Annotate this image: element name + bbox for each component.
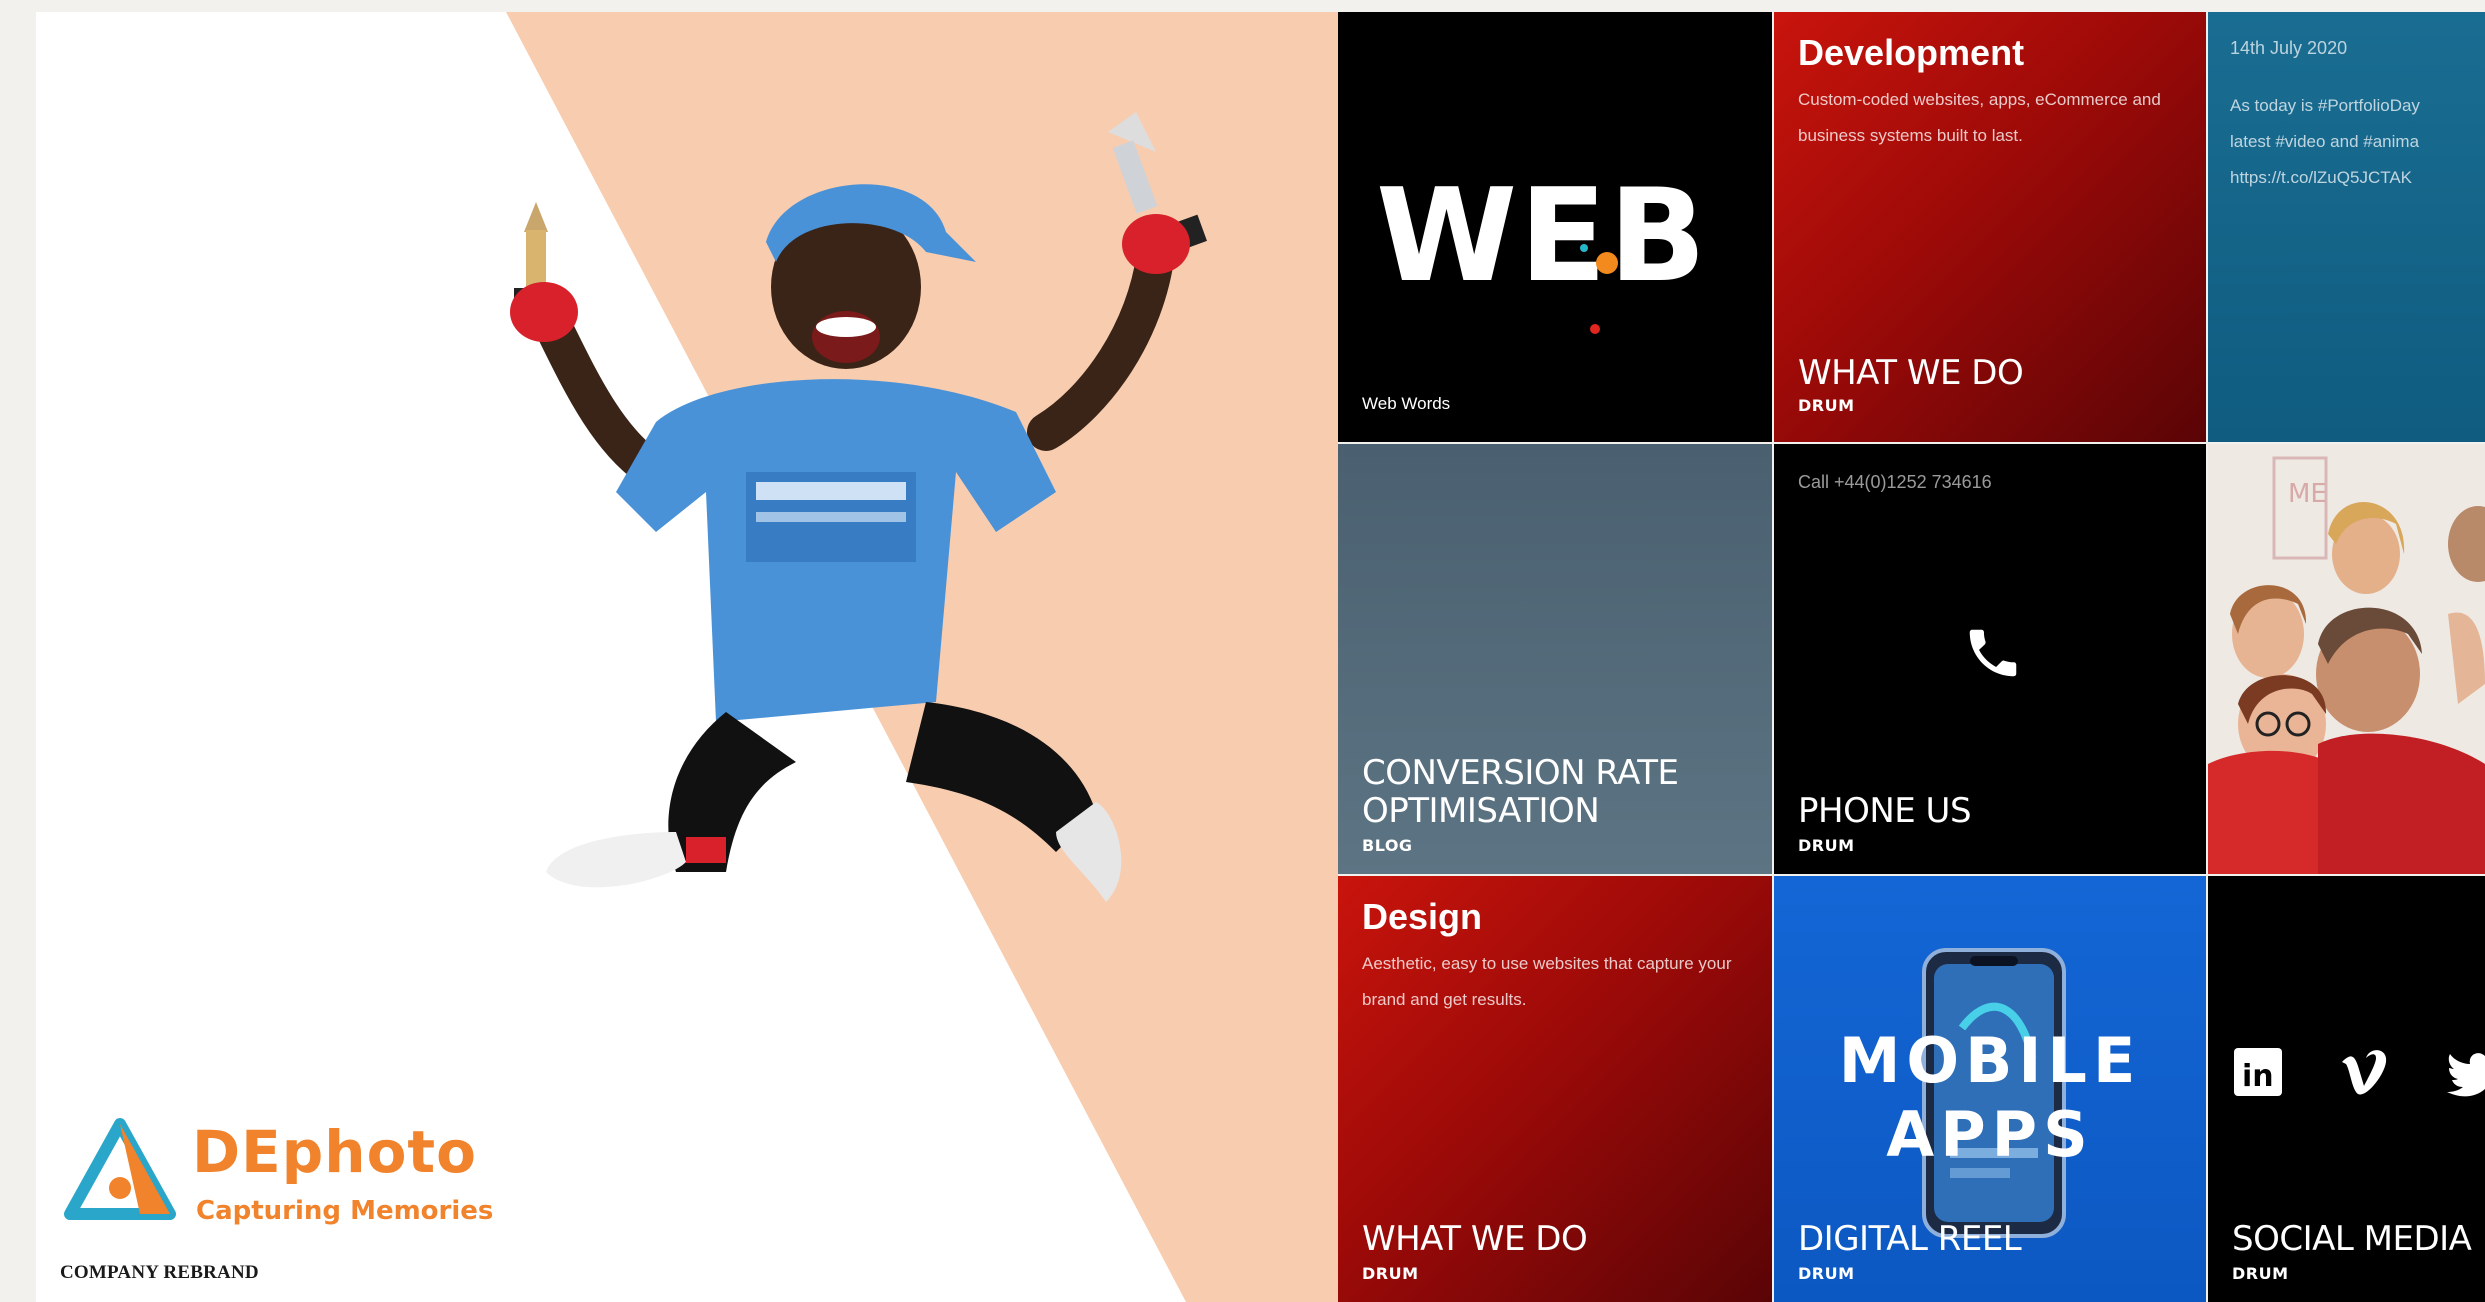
cro-label-line2: OPTIMISATION [1362, 791, 1600, 831]
social-label: SOCIAL MEDIA [2232, 1219, 2472, 1259]
jumping-boy-with-trophies-photo [510, 112, 1207, 902]
tile-team-photo[interactable]: ME [2208, 444, 2485, 874]
linkedin-glyph: in [2242, 1059, 2274, 1094]
phone-number[interactable]: Call +44(0)1252 734616 [1798, 472, 1992, 493]
tile-mobile-apps[interactable]: MOBILE APPS DIGITAL REEL DRUM [1774, 876, 2206, 1302]
web-dot-orange [1596, 252, 1618, 274]
team-photo: ME [2208, 444, 2485, 874]
team-sign-letters: ME [2288, 479, 2327, 509]
design-label: WHAT WE DO [1362, 1219, 1588, 1259]
phone-label: PHONE US [1798, 791, 1972, 831]
web-dot-red [1590, 324, 1600, 334]
twitter-icon[interactable] [2444, 1044, 2485, 1100]
web-logo-text: WEB [1376, 162, 1709, 311]
phone-icon [1969, 629, 2017, 677]
dephoto-logo-icon [64, 1118, 176, 1220]
design-sub: DRUM [1362, 1264, 1419, 1283]
tile-conversion-rate-optimisation[interactable]: CONVERSION RATE OPTIMISATION BLOG [1338, 444, 1772, 874]
mobile-title-line1: MOBILE [1838, 1024, 2142, 1097]
brand-tagline: Capturing Memories [196, 1196, 494, 1226]
dephoto-brand[interactable]: DEphoto Capturing Memories [58, 1110, 538, 1250]
design-desc: Aesthetic, easy to use websites that cap… [1362, 954, 1732, 1009]
mobile-label: DIGITAL REEL [1798, 1219, 2022, 1259]
vimeo-icon[interactable] [2336, 1044, 2392, 1100]
social-sub: DRUM [2232, 1264, 2289, 1283]
tile-twitter-feed[interactable]: 14th July 2020 As today is #PortfolioDay… [2208, 12, 2485, 442]
web-caption: Web Words [1362, 394, 1451, 413]
phone-sub: DRUM [1798, 836, 1855, 855]
mobile-sub: DRUM [1798, 1264, 1855, 1283]
tile-grid: WEB Web Words Development Custom-coded w… [1338, 12, 2485, 1302]
cro-label-line1: CONVERSION RATE [1362, 753, 1679, 793]
tweet-text[interactable]: As today is #PortfolioDay latest #video … [2230, 88, 2485, 196]
development-label: WHAT WE DO [1798, 353, 2024, 393]
cro-sub: BLOG [1362, 836, 1413, 855]
mobile-title-line2: APPS [1886, 1098, 2094, 1171]
tile-social-media[interactable]: in SOCIAL MEDIA DRUM [2208, 876, 2485, 1302]
hero-panel[interactable]: DEphoto Capturing Memories COMPANY REBRA… [36, 12, 1338, 1302]
web-dot-teal [1580, 244, 1588, 252]
development-sub: DRUM [1798, 396, 1855, 415]
design-title: Design [1362, 896, 1483, 937]
linkedin-icon[interactable]: in [2230, 1044, 2286, 1100]
tile-phone-us[interactable]: Call +44(0)1252 734616 PHONE US DRUM [1774, 444, 2206, 874]
tile-design[interactable]: Design Aesthetic, easy to use websites t… [1338, 876, 1772, 1302]
tile-web-words[interactable]: WEB Web Words [1338, 12, 1772, 442]
brand-name: DEphoto [192, 1118, 477, 1186]
tweet-date: 14th July 2020 [2230, 38, 2348, 58]
hero-caption: COMPANY REBRAND [60, 1262, 259, 1283]
tile-development[interactable]: Development Custom-coded websites, apps,… [1774, 12, 2206, 442]
development-desc: Custom-coded websites, apps, eCommerce a… [1798, 90, 2161, 145]
development-title: Development [1798, 32, 2025, 73]
